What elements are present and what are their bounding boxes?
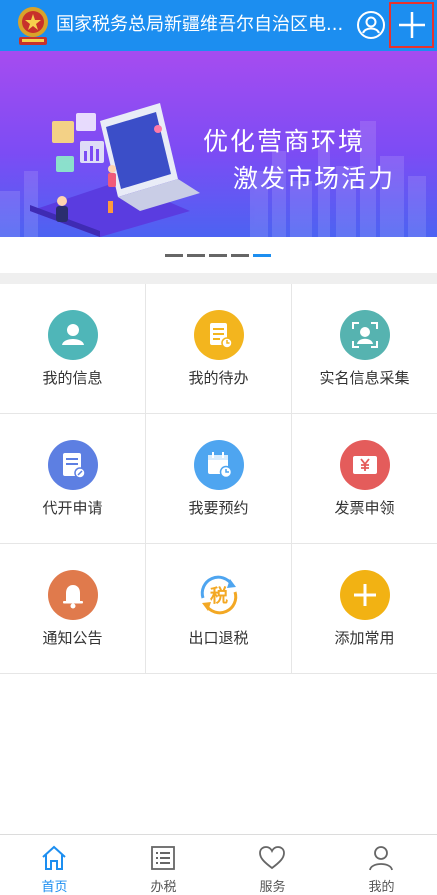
todo-doc-icon (194, 310, 244, 360)
grid-item-export-refund[interactable]: 税 出口退税 (146, 544, 292, 674)
banner-slogan-line1: 优化营商环境 (203, 127, 366, 156)
add-button[interactable] (389, 2, 434, 48)
pager-dash[interactable] (165, 254, 183, 257)
grid-item-label: 通知公告 (42, 629, 103, 647)
banner-pager (0, 237, 437, 273)
tab-home[interactable]: 首页 (0, 835, 109, 895)
document-edit-icon (48, 440, 98, 490)
grid-item-label: 添加常用 (334, 629, 395, 647)
add-icon (340, 570, 390, 620)
function-grid: 我的信息 我的待办 实名信息采集 代开申请 我要预约 发票申领 通知公告 税 出… (0, 284, 437, 674)
tab-label: 我的 (368, 880, 395, 895)
tab-tax-handling[interactable]: 办税 (109, 835, 218, 895)
tax-glyph: 税 (210, 585, 228, 607)
grid-item-label: 代开申请 (42, 499, 103, 517)
pager-dash[interactable] (209, 254, 227, 257)
app-title: 国家税务总局新疆维吾尔自治区电... (56, 14, 344, 35)
list-icon (151, 846, 175, 870)
face-scan-icon (340, 310, 390, 360)
promo-banner[interactable]: 优化营商环境 激发市场活力 (0, 51, 437, 237)
home-icon (42, 845, 66, 870)
tax-refund-icon: 税 (194, 570, 244, 620)
section-divider (0, 273, 437, 284)
tab-service[interactable]: 服务 (218, 835, 327, 895)
grid-item-label: 实名信息采集 (319, 369, 410, 387)
grid-item-proxy-invoice[interactable]: 代开申请 (0, 414, 146, 544)
person-icon (48, 310, 98, 360)
calendar-clock-icon (194, 440, 244, 490)
pager-dash[interactable] (231, 254, 249, 257)
grid-item-label: 发票申领 (334, 499, 395, 517)
grid-item-notice[interactable]: 通知公告 (0, 544, 146, 674)
heart-icon (259, 846, 285, 870)
grid-item-realname[interactable]: 实名信息采集 (292, 284, 437, 414)
grid-item-label: 出口退税 (188, 629, 249, 647)
bell-icon (48, 570, 98, 620)
grid-item-label: 我的信息 (42, 369, 103, 387)
grid-item-my-todo[interactable]: 我的待办 (146, 284, 292, 414)
tax-emblem-icon (18, 7, 48, 45)
user-circle-icon[interactable] (356, 10, 386, 40)
yuan-invoice-icon (340, 440, 390, 490)
tab-label: 服务 (259, 880, 286, 895)
tab-mine[interactable]: 我的 (327, 835, 436, 895)
grid-item-invoice-claim[interactable]: 发票申领 (292, 414, 437, 544)
bottom-tab-bar: 首页 办税 服务 我的 (0, 834, 437, 895)
grid-item-add-favorite[interactable]: 添加常用 (292, 544, 437, 674)
grid-item-label: 我的待办 (188, 369, 249, 387)
grid-item-appointment[interactable]: 我要预约 (146, 414, 292, 544)
plus-icon (399, 12, 425, 38)
person-outline-icon (369, 846, 393, 871)
tab-label: 办税 (150, 880, 177, 895)
pager-dash-active[interactable] (253, 254, 271, 257)
grid-item-my-info[interactable]: 我的信息 (0, 284, 146, 414)
banner-slogan-line2: 激发市场活力 (233, 164, 396, 193)
pager-dash[interactable] (187, 254, 205, 257)
grid-item-label: 我要预约 (188, 499, 249, 517)
app-header: 国家税务总局新疆维吾尔自治区电... (0, 0, 437, 51)
tab-label: 首页 (41, 880, 68, 895)
